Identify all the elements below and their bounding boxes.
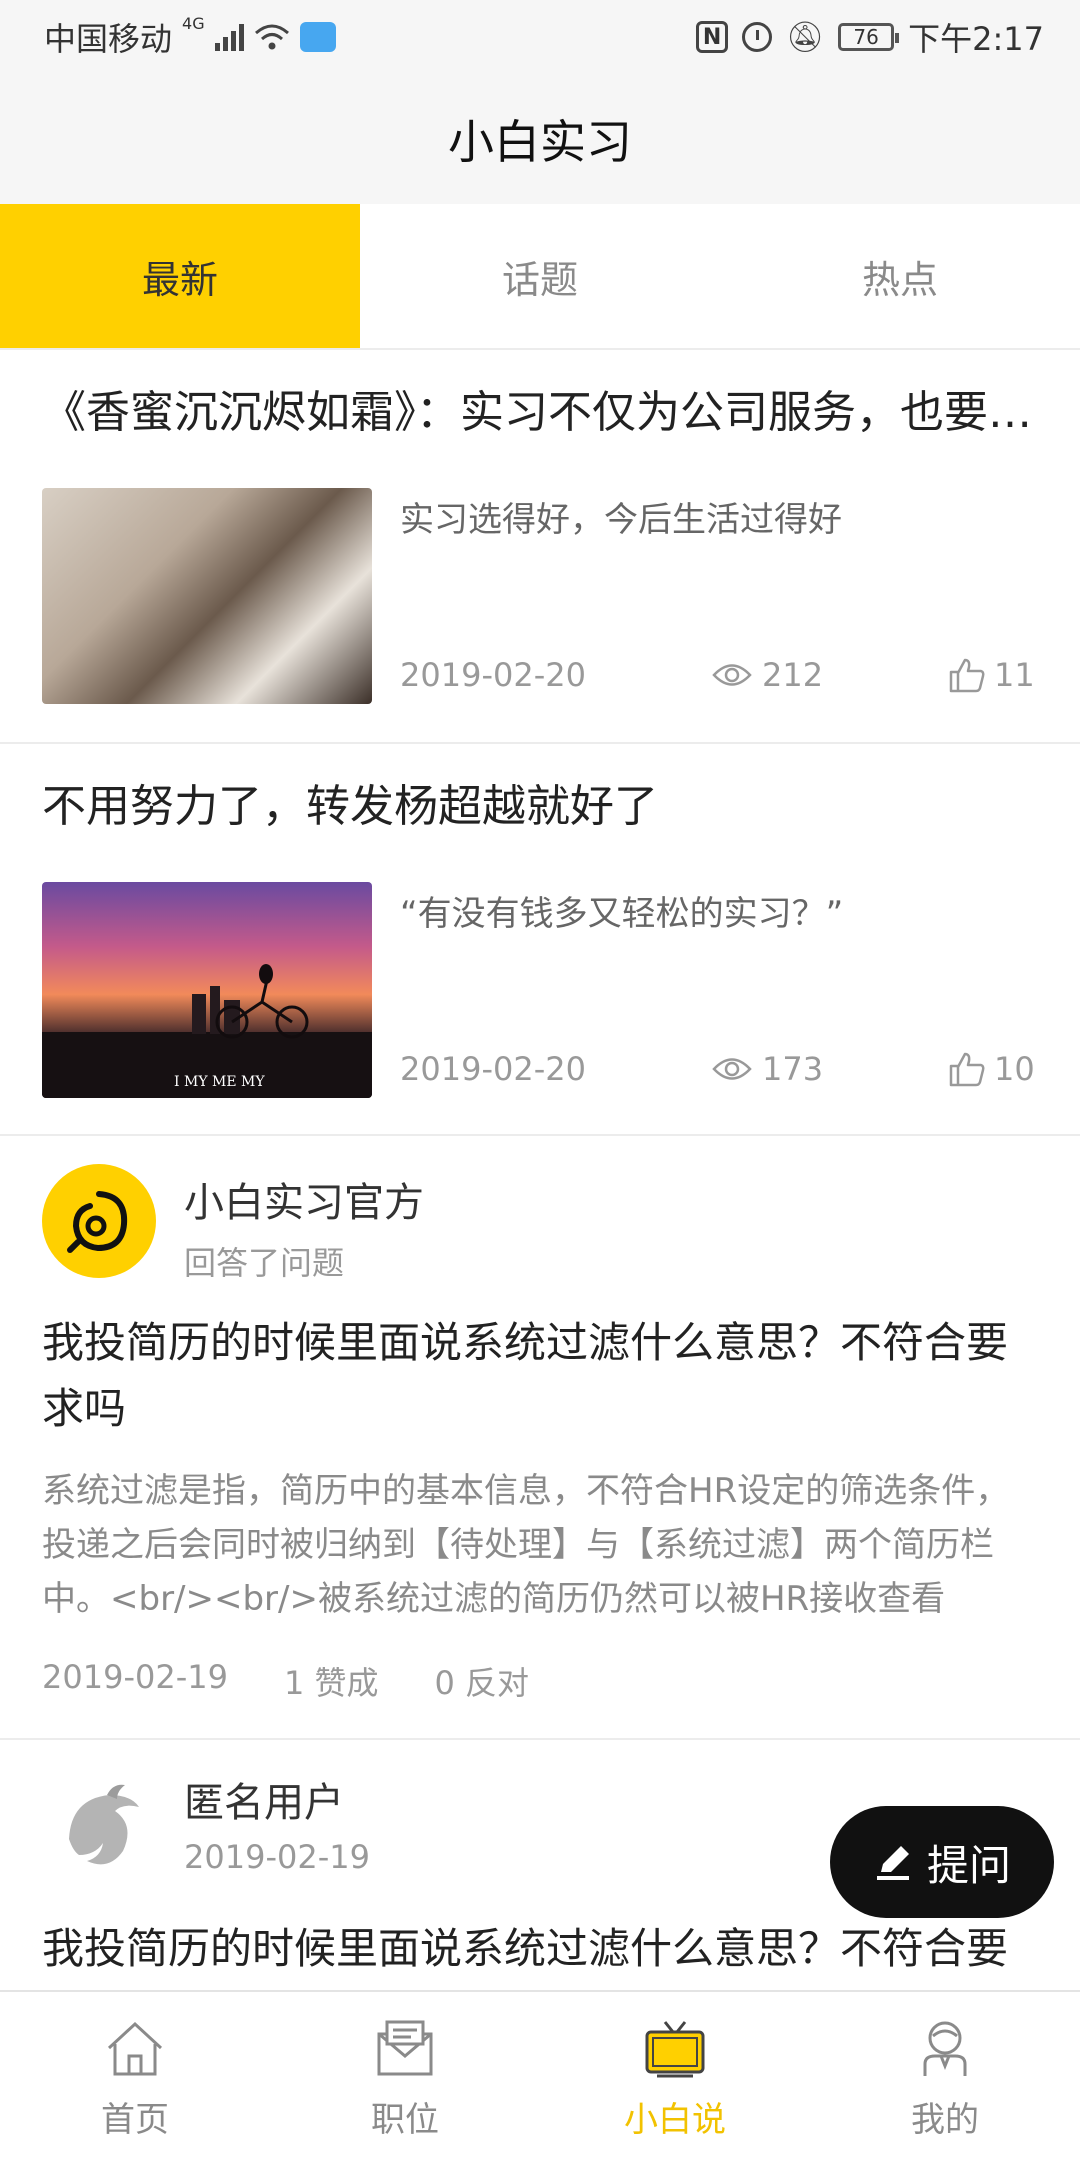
job-icon: [377, 2020, 433, 2076]
nav-label: 小白说: [624, 2100, 726, 2140]
tab-hot[interactable]: 热点: [720, 204, 1080, 348]
alarm-icon: [742, 22, 773, 52]
app-title-bar: 小白实习: [0, 74, 1080, 204]
view-count-value: 173: [762, 1050, 824, 1088]
view-count-value: 212: [762, 656, 824, 694]
article-summary: “有没有钱多又轻松的实习？”: [400, 894, 844, 934]
mute-bell-icon: 🔕︎: [786, 19, 825, 55]
user-action: 回答了问题: [184, 1244, 345, 1282]
thumbs-up-icon: [949, 658, 985, 693]
article-summary: 实习选得好，今后生活过得好: [400, 500, 842, 540]
tab-latest[interactable]: 最新: [0, 204, 360, 348]
avatar[interactable]: [42, 1770, 156, 1884]
eye-icon: [712, 1058, 752, 1080]
question-title: 我投简历的时候里面说系统过滤什么意思？不符合要求吗: [42, 1318, 1009, 1433]
nav-label: 我的: [911, 2100, 979, 2140]
question-date: 2019-02-19: [184, 1838, 370, 1876]
article-title: 《香蜜沉沉烬如霜》：实习不仅为公司服务，也要为自己发展: [42, 387, 1042, 438]
user-name: 匿名用户: [184, 1780, 344, 1826]
tv-icon: [645, 2021, 705, 2078]
nav-profile[interactable]: 我的: [810, 1992, 1080, 2162]
nav-label: 首页: [101, 2100, 169, 2140]
tab-label: 热点: [861, 257, 938, 302]
signal-icon: [214, 23, 244, 51]
pencil-icon: [876, 1846, 909, 1880]
question-meta: 2019-02-19 1 赞成 0 反对: [42, 1658, 529, 1704]
dolphin-avatar-icon: [69, 1784, 139, 1865]
tab-bar: 最新 话题 热点: [0, 204, 1080, 350]
battery-level: 76: [853, 25, 879, 49]
article-thumbnail: I MY ME MY: [42, 882, 372, 1098]
article-card[interactable]: 《香蜜沉沉烬如霜》：实习不仅为公司服务，也要为自己发展 实习选得好，今后生活过得…: [0, 350, 1080, 744]
message-icon: [299, 22, 336, 52]
view-count: 173: [712, 1050, 823, 1088]
like-count[interactable]: 11: [948, 656, 1035, 694]
bottom-nav: 首页 职位 小白说 我的: [0, 1990, 1080, 2162]
like-count[interactable]: 10: [948, 1050, 1035, 1088]
tab-topics[interactable]: 话题: [360, 204, 720, 348]
oppose-count: 0 反对: [434, 1664, 530, 1702]
page-title: 小白实习: [448, 115, 632, 169]
nav-label: 职位: [371, 2100, 439, 2140]
user-name: 小白实习官方: [184, 1180, 424, 1226]
profile-icon: [923, 2021, 967, 2076]
avatar[interactable]: [42, 1164, 156, 1278]
answer-preview: 系统过滤是指，简历中的基本信息，不符合HR设定的筛选条件，投递之后会同时被归纳到…: [42, 1471, 1010, 1619]
article-title: 不用努力了，转发杨超越就好了: [42, 781, 658, 832]
nfc-icon: N: [696, 21, 729, 53]
view-count: 212: [712, 656, 823, 694]
network-type: 4G: [182, 14, 205, 33]
tab-label: 话题: [501, 257, 578, 302]
nav-jobs[interactable]: 职位: [270, 1992, 540, 2162]
home-icon: [107, 2021, 163, 2076]
status-bar: 中国移动 4G N 🔕︎ 76 下午2:17: [0, 0, 1080, 74]
clock: 下午2:17: [908, 20, 1044, 58]
battery-icon: 76: [838, 23, 900, 51]
question-date: 2019-02-19: [42, 1658, 228, 1696]
approve-count: 1 赞成: [283, 1664, 379, 1702]
thumbs-up-icon: [949, 1052, 985, 1087]
like-count-value: 10: [994, 1050, 1035, 1088]
question-title: 我投简历的时候里面说系统过滤什么意思？不符合要求吗: [42, 1924, 1009, 1973]
wifi-icon: [254, 24, 289, 50]
carrier-label: 中国移动: [44, 20, 173, 58]
thumbnail-caption: I MY ME MY: [174, 1074, 265, 1090]
question-card[interactable]: 小白实习官方 回答了问题 我投简历的时候里面说系统过滤什么意思？不符合要求吗 系…: [0, 1136, 1080, 1740]
ask-button-label: 提问: [926, 1840, 1011, 1890]
eye-icon: [712, 664, 752, 686]
nav-xiaobai-says[interactable]: 小白说: [540, 1992, 810, 2162]
article-date: 2019-02-20: [400, 1050, 586, 1088]
tab-label: 最新: [141, 257, 218, 302]
ask-question-button[interactable]: 提问: [830, 1806, 1054, 1918]
article-thumbnail: [42, 488, 372, 704]
like-count-value: 11: [994, 656, 1035, 694]
article-date: 2019-02-20: [400, 656, 586, 694]
nav-home[interactable]: 首页: [0, 1992, 270, 2162]
mascot-logo-icon: [67, 1191, 128, 1253]
thumbnail-scene: [42, 964, 372, 1098]
article-card[interactable]: 不用努力了，转发杨超越就好了 I MY ME MY “有没有钱多又轻松的实习？”…: [0, 744, 1080, 1136]
